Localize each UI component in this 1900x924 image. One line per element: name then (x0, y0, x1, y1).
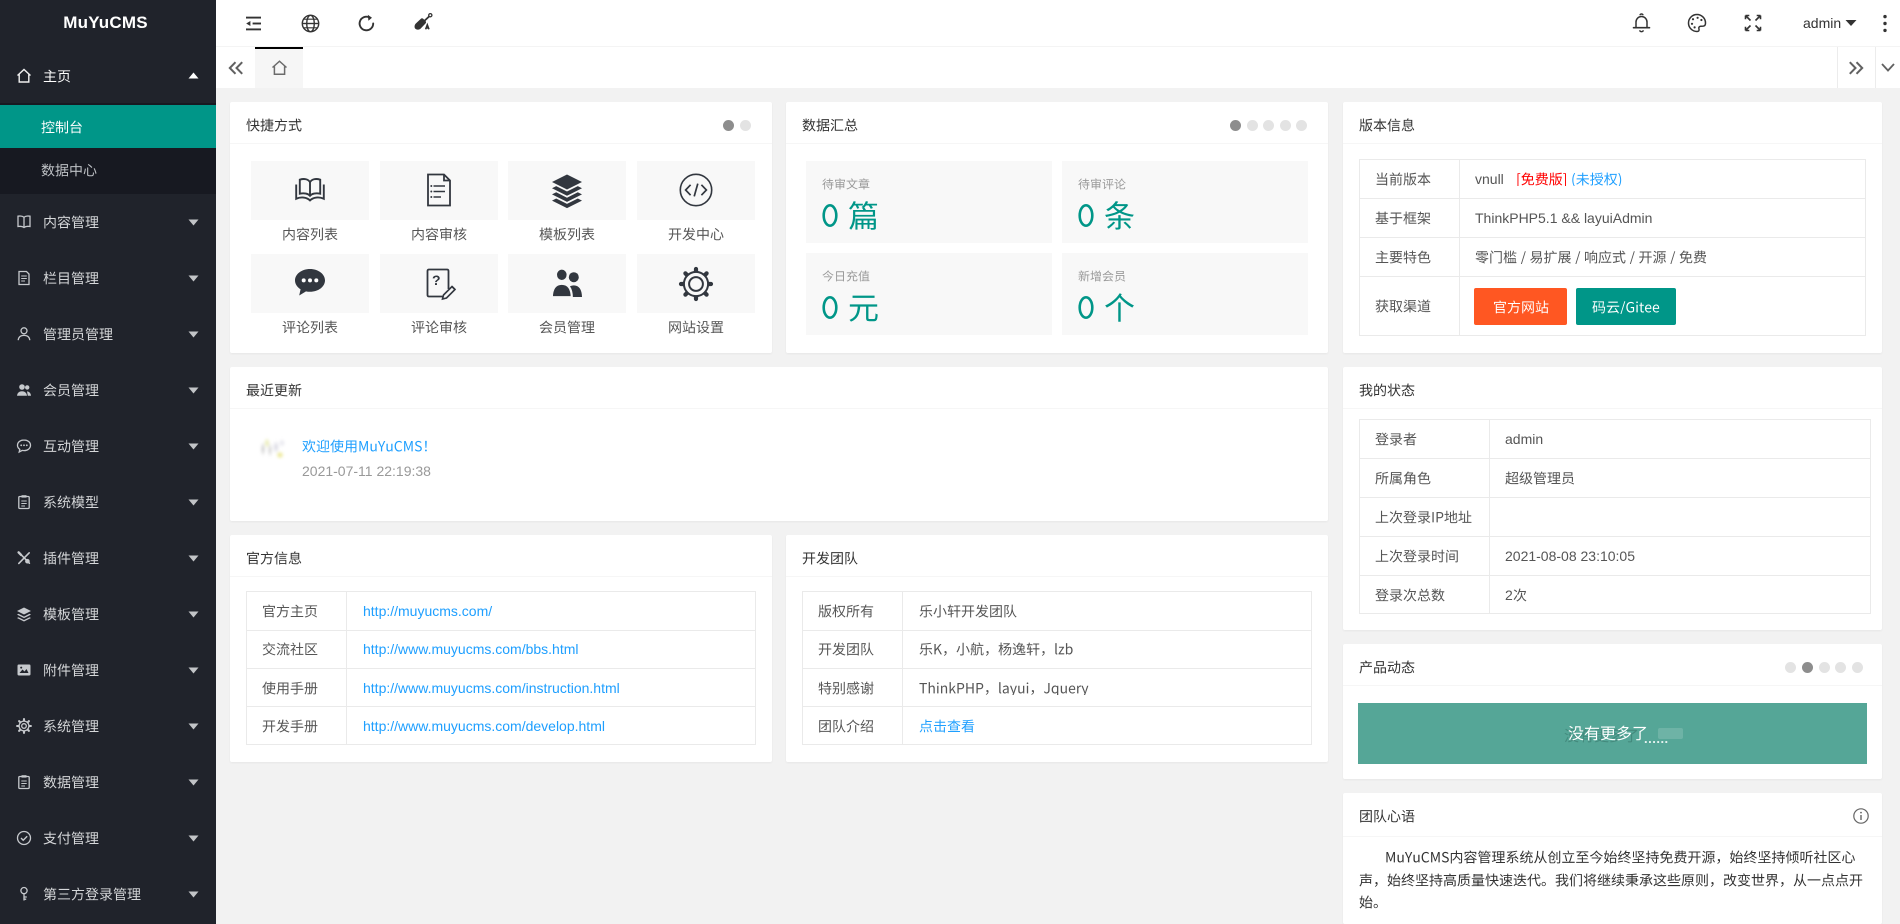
svg-text:?: ? (432, 272, 441, 288)
